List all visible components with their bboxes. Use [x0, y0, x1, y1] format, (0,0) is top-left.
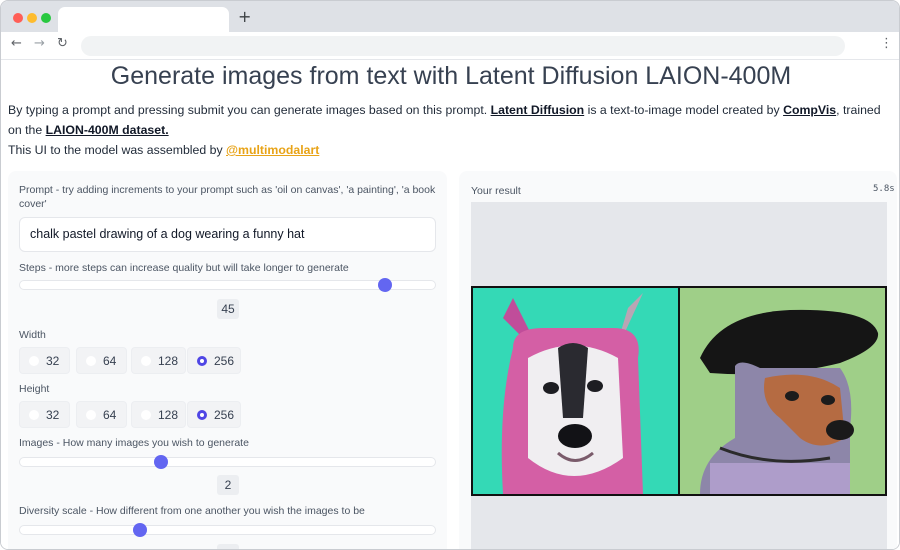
- forward-arrow-icon[interactable]: →: [34, 36, 45, 51]
- height-option-64[interactable]: 64: [76, 401, 127, 428]
- steps-slider[interactable]: [19, 278, 436, 292]
- width-option-label: 32: [46, 354, 60, 368]
- latent-diffusion-link[interactable]: Latent Diffusion: [491, 103, 585, 117]
- radio-circle: [29, 410, 39, 420]
- intro-text-part: This UI to the model was assembled by: [8, 143, 227, 157]
- images-slider-thumb[interactable]: [154, 455, 169, 469]
- page-content: Generate images from text with Latent Di…: [1, 60, 899, 549]
- minimize-window-button[interactable]: [27, 13, 37, 23]
- height-option-256[interactable]: 256: [187, 401, 241, 428]
- height-option-128[interactable]: 128: [131, 401, 186, 428]
- height-option-label: 64: [103, 408, 117, 422]
- tab-bar: +: [1, 1, 899, 32]
- width-option-128[interactable]: 128: [131, 347, 186, 374]
- steps-value[interactable]: 45: [217, 299, 239, 319]
- diversity-label: Diversity scale - How different from one…: [19, 505, 365, 517]
- diversity-slider[interactable]: [19, 523, 436, 537]
- result-image-2[interactable]: [680, 288, 885, 494]
- intro-text: By typing a prompt and pressing submit y…: [8, 100, 896, 160]
- dog-portrait-pink-fur-icon: [473, 288, 678, 494]
- input-panel: Prompt - try adding increments to your p…: [8, 171, 447, 549]
- generation-time-badge: 5.8s: [873, 184, 895, 194]
- images-label: Images - How many images you wish to gen…: [19, 437, 249, 449]
- result-gallery: [471, 286, 887, 496]
- diversity-slider-thumb[interactable]: [133, 523, 148, 537]
- address-bar[interactable]: [81, 36, 845, 56]
- width-option-label: 128: [158, 354, 179, 368]
- radio-circle: [197, 410, 207, 420]
- radio-circle: [29, 356, 39, 366]
- height-option-label: 128: [158, 408, 179, 422]
- radio-circle: [86, 356, 96, 366]
- maximize-window-button[interactable]: [41, 13, 51, 23]
- steps-slider-thumb[interactable]: [378, 278, 393, 292]
- radio-circle: [197, 356, 207, 366]
- width-option-32[interactable]: 32: [19, 347, 70, 374]
- browser-toolbar: ← → ↻ ⋮: [1, 32, 899, 60]
- height-label: Height: [19, 383, 50, 395]
- prompt-input[interactable]: chalk pastel drawing of a dog wearing a …: [19, 217, 436, 252]
- laion-dataset-link[interactable]: LAION-400M dataset.: [46, 123, 169, 137]
- new-tab-icon[interactable]: +: [238, 9, 251, 25]
- width-option-label: 64: [103, 354, 117, 368]
- radio-circle: [141, 356, 151, 366]
- result-image-1[interactable]: [473, 288, 678, 494]
- compvis-link[interactable]: CompVis: [783, 103, 836, 117]
- dog-portrait-black-beret-icon: [680, 288, 885, 494]
- browser-tab[interactable]: [58, 7, 229, 32]
- width-option-label: 256: [214, 354, 235, 368]
- images-slider[interactable]: [19, 455, 436, 469]
- prompt-label: Prompt - try adding increments to your p…: [19, 184, 436, 210]
- close-window-button[interactable]: [13, 13, 23, 23]
- radio-circle: [86, 410, 96, 420]
- height-option-label: 32: [46, 408, 60, 422]
- back-arrow-icon[interactable]: ←: [11, 36, 22, 51]
- page-title: Generate images from text with Latent Di…: [110, 62, 792, 90]
- radio-circle: [141, 410, 151, 420]
- output-panel: Your result 5.8s: [459, 171, 897, 549]
- intro-text-part: By typing a prompt and pressing submit y…: [8, 103, 491, 117]
- reload-icon[interactable]: ↻: [57, 36, 68, 51]
- height-option-32[interactable]: 32: [19, 401, 70, 428]
- width-option-64[interactable]: 64: [76, 347, 127, 374]
- steps-label: Steps - more steps can increase quality …: [19, 262, 349, 274]
- width-option-256[interactable]: 256: [187, 347, 241, 374]
- intro-text-part: is a text-to-image model created by: [584, 103, 784, 117]
- height-option-label: 256: [214, 408, 235, 422]
- width-label: Width: [19, 329, 46, 341]
- result-gallery-area: [471, 202, 887, 549]
- images-value[interactable]: 2: [217, 475, 239, 495]
- multimodalart-link[interactable]: @multimodalart: [226, 143, 319, 157]
- result-label: Your result: [471, 185, 521, 197]
- diversity-value[interactable]: [217, 544, 239, 549]
- browser-window: + ← → ↻ ⋮ Generate images from text with…: [0, 0, 900, 550]
- more-options-icon[interactable]: ⋮: [880, 36, 893, 51]
